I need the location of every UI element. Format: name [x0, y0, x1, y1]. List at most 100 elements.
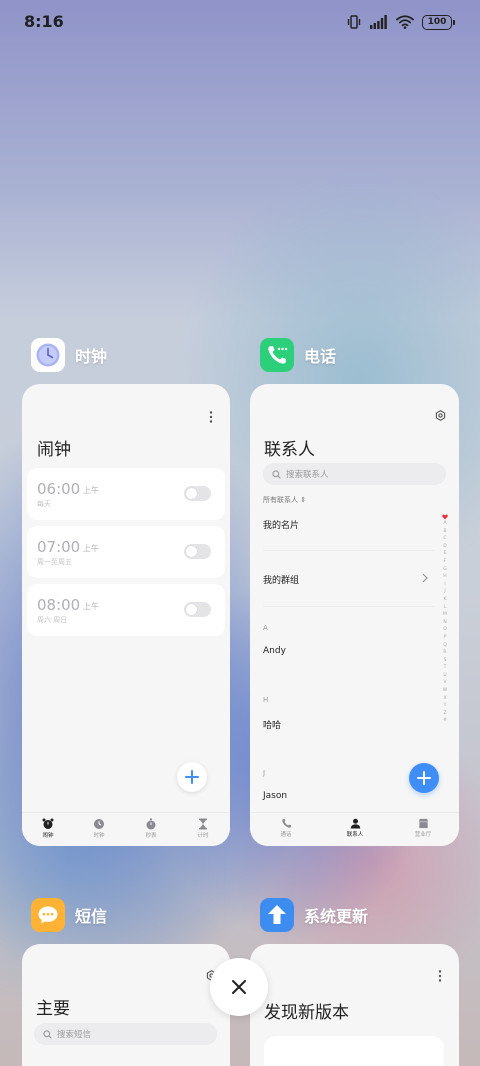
alarm-item[interactable]: 08:00 上午 周六 周日: [27, 584, 225, 636]
nav-label: 闹钟: [42, 833, 54, 839]
alarm-toggle[interactable]: [184, 544, 211, 559]
search-placeholder: 搜索联系人: [286, 470, 329, 480]
section-letter: A: [263, 624, 268, 632]
alpha-letter[interactable]: Q: [443, 642, 447, 650]
updater-app-card[interactable]: 发现新版本: [250, 944, 459, 1066]
phone-app-icon[interactable]: [260, 338, 294, 372]
section-letter: J: [263, 769, 266, 777]
app-header-phone[interactable]: 电话: [260, 338, 336, 372]
alpha-letter[interactable]: G: [443, 566, 447, 574]
alpha-letter[interactable]: #: [443, 717, 447, 725]
alpha-letter[interactable]: R: [443, 649, 446, 657]
contact-row[interactable]: Andy: [263, 646, 286, 656]
nav-label: 营业厅: [414, 832, 432, 838]
nav-tab-store[interactable]: 营业厅: [408, 818, 438, 838]
alpha-letter[interactable]: M: [443, 611, 447, 619]
section-letter: H: [263, 696, 269, 704]
vibrate-icon: [347, 15, 361, 29]
alpha-letter[interactable]: A: [443, 520, 446, 528]
alpha-letter[interactable]: N: [443, 619, 446, 627]
alpha-letter[interactable]: L: [444, 604, 447, 612]
chevron-right-icon[interactable]: [422, 573, 428, 583]
alpha-letter[interactable]: U: [443, 672, 446, 680]
alpha-letter[interactable]: F: [444, 558, 447, 566]
clock-page-title: 闹钟: [37, 440, 71, 460]
phone-app-card[interactable]: 联系人 搜索联系人 所有联系人 ⇕ 我的名片 我的群组 A Andy H 哈哈 …: [250, 384, 459, 846]
alarm-item[interactable]: 07:00 上午 周一至周五: [27, 526, 225, 578]
search-icon: [272, 469, 281, 479]
updater-app-icon[interactable]: [260, 898, 294, 932]
nav-label: 秒表: [145, 833, 157, 839]
clock-app-icon[interactable]: [31, 338, 65, 372]
alpha-letter[interactable]: J: [444, 588, 445, 596]
wifi-icon: [396, 15, 414, 29]
contacts-page-title: 联系人: [264, 440, 315, 460]
alpha-letter[interactable]: X: [443, 695, 446, 703]
clock-app-card[interactable]: 闹钟 06:00 上午 每天 07:00 上午 周一至周五 08:00 上午 周…: [22, 384, 230, 846]
alpha-letter[interactable]: T: [444, 664, 447, 672]
nav-tab-contacts[interactable]: 联系人: [340, 818, 370, 838]
alpha-letter[interactable]: S: [444, 657, 447, 665]
alphabet-index[interactable]: A B C D E F G H I J K L M N O P Q R S T …: [441, 514, 449, 725]
nav-tab-stopwatch[interactable]: 秒表: [136, 818, 166, 839]
add-alarm-button[interactable]: [177, 762, 207, 792]
nav-label: 时钟: [93, 833, 105, 839]
alpha-letter[interactable]: H: [443, 573, 446, 581]
alpha-letter[interactable]: I: [444, 581, 445, 589]
app-name-updater: 系统更新: [304, 907, 369, 926]
close-icon: [232, 980, 246, 994]
nav-tab-clock[interactable]: 时钟: [84, 818, 114, 839]
alpha-letter[interactable]: V: [443, 679, 446, 687]
battery-icon: 100: [422, 14, 455, 30]
alarm-ampm: 上午: [83, 602, 99, 611]
updater-page-title: 发现新版本: [264, 1003, 349, 1023]
contact-row[interactable]: 哈哈: [263, 718, 281, 731]
alpha-letter[interactable]: D: [443, 543, 446, 551]
app-name-clock: 时钟: [75, 347, 108, 366]
alarm-clock-icon: [42, 818, 54, 829]
plus-icon: [185, 770, 199, 784]
messages-app-icon[interactable]: [31, 898, 65, 932]
alpha-letter[interactable]: C: [443, 535, 446, 543]
alpha-letter[interactable]: B: [443, 528, 446, 536]
more-options-icon[interactable]: [209, 411, 213, 423]
stopwatch-icon: [146, 818, 156, 830]
app-header-clock[interactable]: 时钟: [31, 338, 107, 372]
messages-app-card[interactable]: 主要 搜索短信: [22, 944, 230, 1066]
my-groups-row[interactable]: 我的群组: [263, 573, 299, 586]
alarm-time: 06:00: [37, 480, 81, 498]
alpha-letter[interactable]: K: [444, 596, 447, 604]
alpha-letter[interactable]: Z: [443, 710, 446, 718]
contacts-search-input[interactable]: 搜索联系人: [263, 463, 446, 485]
nav-label: 联系人: [346, 832, 364, 838]
alpha-letter[interactable]: W: [443, 687, 447, 695]
contact-row[interactable]: Jason: [263, 791, 287, 801]
update-info-panel: [264, 1036, 444, 1066]
hourglass-icon: [199, 818, 207, 830]
more-options-icon[interactable]: [438, 970, 442, 982]
add-contact-button[interactable]: [409, 763, 439, 793]
alpha-letter[interactable]: O: [443, 626, 447, 634]
app-header-messages[interactable]: 短信: [31, 898, 107, 932]
messages-search-input[interactable]: 搜索短信: [34, 1023, 217, 1045]
alarm-toggle[interactable]: [184, 486, 211, 501]
settings-icon[interactable]: [435, 410, 446, 421]
nav-tab-alarm[interactable]: 闹钟: [33, 818, 63, 839]
contacts-filter[interactable]: 所有联系人 ⇕: [263, 495, 306, 505]
search-icon: [43, 1029, 52, 1039]
divider: [263, 606, 435, 607]
app-name-messages: 短信: [75, 907, 108, 926]
alarm-toggle[interactable]: [184, 602, 211, 617]
app-header-updater[interactable]: 系统更新: [260, 898, 368, 932]
alpha-letter[interactable]: E: [444, 550, 447, 558]
nav-tab-calls[interactable]: 通话: [271, 818, 301, 838]
my-card-row[interactable]: 我的名片: [263, 518, 299, 531]
alpha-letter[interactable]: Y: [444, 702, 447, 710]
close-all-button[interactable]: [210, 958, 268, 1016]
alpha-letter[interactable]: P: [444, 634, 447, 642]
alarm-repeat: 周六 周日: [37, 616, 68, 624]
app-name-phone: 电话: [304, 347, 337, 366]
nav-tab-timer[interactable]: 计时: [188, 818, 218, 839]
alarm-item[interactable]: 06:00 上午 每天: [27, 468, 225, 520]
nav-label: 通话: [280, 832, 292, 838]
